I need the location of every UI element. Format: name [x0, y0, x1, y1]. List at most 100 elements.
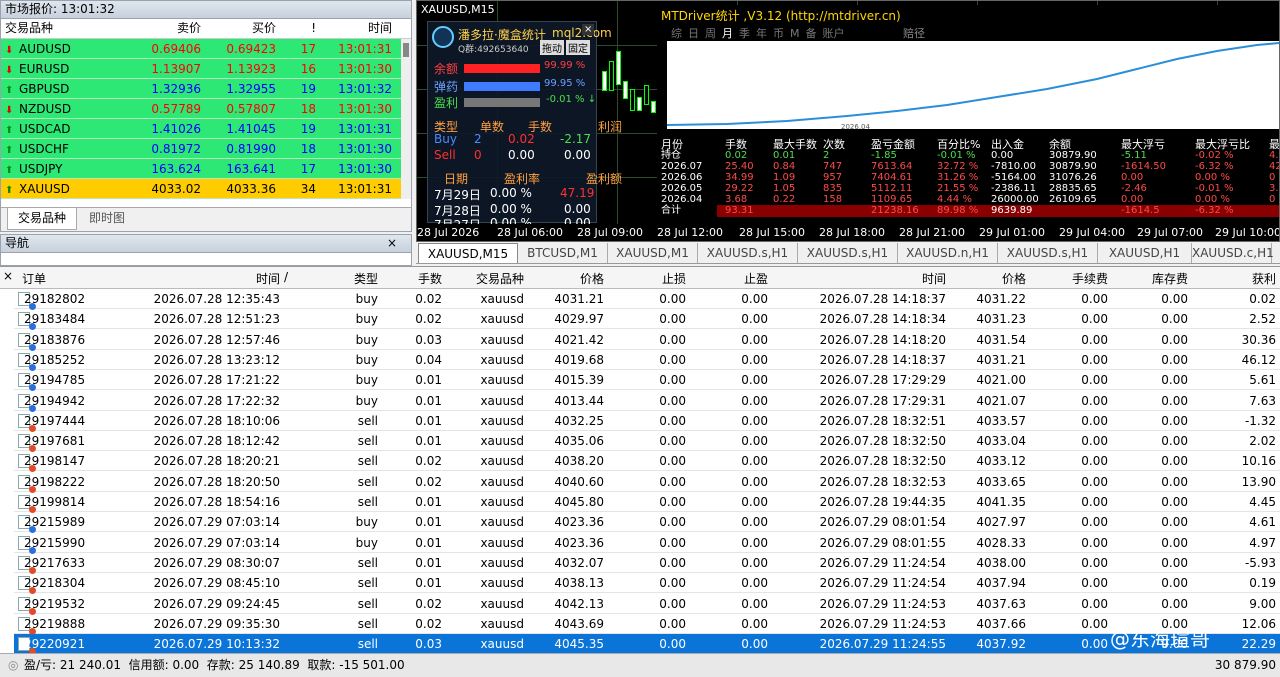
table-row[interactable]: 29194942 2026.07.28 17:22:32 buy 0.01 xauusd…	[14, 391, 1280, 412]
close-icon[interactable]: ×	[387, 236, 397, 250]
period-tab[interactable]: 月	[722, 25, 733, 41]
table-cell: 0.84	[773, 161, 796, 172]
type-cell: buy	[355, 292, 378, 306]
chart-tab[interactable]: BTCUSD,M1	[518, 243, 608, 263]
col-header[interactable]: 手数	[400, 270, 442, 287]
table-cell: 89.98 %	[937, 205, 979, 216]
scroll-thumb[interactable]	[403, 43, 409, 57]
col-header[interactable]: 类型	[330, 270, 378, 287]
table-row[interactable]: 29197681 2026.07.28 18:12:42 sell 0.01 xauus…	[14, 431, 1280, 453]
chart-tab[interactable]: XAUUSD.s,H1	[798, 243, 898, 263]
market-row[interactable]: ⬆ GBPUSD 1.32936 1.32955 19 13:01:32	[1, 79, 411, 99]
chart-tab[interactable]: XAUUSD,M1	[608, 243, 698, 263]
symbol-cell: ⬇ EURUSD	[5, 59, 131, 78]
chart-tab[interactable]: XAUUSD.s,H1	[698, 243, 798, 263]
table-row[interactable]: 29219532 2026.07.29 09:24:45 sell 0.02 xauus…	[14, 594, 1280, 615]
col-header[interactable]: 价格	[530, 270, 604, 287]
sym-cell: xauusd	[480, 515, 524, 530]
market-watch-scrollbar[interactable]	[401, 39, 411, 199]
pin-button[interactable]: 固定	[566, 40, 590, 55]
col-ask[interactable]: 买价	[201, 19, 276, 38]
equity-line	[666, 42, 1279, 126]
period-tab[interactable]: 账户	[823, 25, 845, 41]
period-tab[interactable]: 备	[806, 25, 817, 41]
sym-cell: xauusd	[480, 637, 524, 652]
table-row[interactable]: 29197444 2026.07.28 18:10:06 sell 0.01 xauus…	[14, 411, 1280, 432]
swap-cell: 0.00	[1161, 332, 1188, 347]
table-row[interactable]: 29185252 2026.07.28 13:23:12 buy 0.04 xauusd…	[14, 350, 1280, 371]
table-cell: -5164.00	[991, 172, 1036, 183]
period-tab[interactable]: M	[790, 27, 800, 40]
close-icon[interactable]: ×	[3, 269, 13, 283]
table-row[interactable]: 29198222 2026.07.28 18:20:50 sell 0.02 xauus…	[14, 472, 1280, 493]
col-spread[interactable]: !	[276, 19, 316, 38]
drag-button[interactable]: 拖动	[540, 40, 564, 55]
table-cell: 93.31	[725, 205, 754, 216]
table-row[interactable]: 29199814 2026.07.28 18:54:16 sell 0.01 xauus…	[14, 492, 1280, 513]
period-tab[interactable]: 日	[688, 25, 699, 41]
ctime-cell: 2026.07.29 08:01:54	[819, 515, 946, 530]
chart-tab[interactable]: XAUUSD,M15	[418, 243, 518, 263]
chart-tab[interactable]: XAUUSD.c,H1	[1192, 243, 1274, 263]
market-row[interactable]: ⬇ NZDUSD 0.57789 0.57807 18 13:01:30	[1, 99, 411, 119]
period-tab[interactable]: 综	[671, 25, 682, 41]
chart-title: XAUUSD,M15	[421, 3, 495, 16]
mtdriver-panel: MTDriver统计 ,V3.12 (http://mtdriver.cn) 综…	[657, 5, 1279, 224]
period-tab[interactable]: 周	[705, 25, 716, 41]
table-cell: 4.44 %	[937, 194, 972, 205]
market-row[interactable]: ⬆ XAUUSD 4033.02 4033.36 34 13:01:31	[1, 179, 411, 199]
col-header[interactable]: 库存费	[1110, 270, 1188, 287]
sl-cell: 0.00	[659, 515, 686, 530]
table-row[interactable]: 29198147 2026.07.28 18:20:21 sell 0.02 xauus…	[14, 451, 1280, 473]
col-header[interactable]: 时间	[770, 270, 946, 287]
mtdriver-extra[interactable]: 赔径	[903, 25, 925, 41]
table-row[interactable]: 29183484 2026.07.28 12:51:23 buy 0.02 xauusd…	[14, 309, 1280, 331]
chart-window[interactable]: XAUUSD,M15 潘多拉·魔盒统计 mql2.com Q群:49265364…	[416, 0, 1280, 242]
profit-value: -0.01 % ↓	[546, 94, 597, 105]
col-header[interactable]: 止损	[610, 270, 686, 287]
market-row[interactable]: ⬆ USDCAD 1.41026 1.41045 19 13:01:31	[1, 119, 411, 139]
col-header[interactable]: 止盈	[690, 270, 768, 287]
profit-cell: -5.93	[1244, 555, 1276, 570]
market-row[interactable]: ⬆ USDJPY 163.624 163.641 17 13:01:30	[1, 159, 411, 179]
tp-cell: 0.00	[741, 474, 768, 489]
col-header[interactable]: 价格	[950, 270, 1026, 287]
table-row[interactable]: 29215990 2026.07.29 07:03:14 buy 0.01 xauusd…	[14, 533, 1280, 554]
col-time[interactable]: 时间	[316, 19, 392, 38]
col-header[interactable]: 手续费	[1030, 270, 1108, 287]
market-row[interactable]: ⬇ AUDUSD 0.69406 0.69423 17 13:01:31	[1, 39, 411, 59]
ctime-cell: 2026.07.28 18:32:53	[819, 474, 946, 489]
table-row[interactable]: 29219888 2026.07.29 09:35:30 sell 0.02 xauus…	[14, 614, 1280, 635]
spread-cell: 18	[300, 142, 316, 156]
chart-tab[interactable]: XAUUSD,H1	[1098, 243, 1192, 263]
tab-symbols[interactable]: 交易品种	[7, 208, 78, 230]
period-tab[interactable]: 币	[773, 25, 784, 41]
period-tab[interactable]: 年	[756, 25, 767, 41]
market-row[interactable]: ⬆ USDCHF 0.81972 0.81990 18 13:01:30	[1, 139, 411, 159]
close-icon[interactable]: ×	[582, 24, 595, 35]
comm-cell: 0.00	[1081, 616, 1108, 631]
table-row[interactable]: 29194785 2026.07.28 17:21:22 buy 0.01 xauusd…	[14, 370, 1280, 392]
order-cell: 29197444	[24, 413, 86, 428]
col-header[interactable]: 订单	[22, 270, 46, 287]
table-row[interactable]: 29182802 2026.07.28 12:35:43 buy 0.02 xauusd…	[14, 289, 1280, 310]
col-bid[interactable]: 卖价	[131, 19, 201, 38]
table-row[interactable]: 29218304 2026.07.29 08:45:10 sell 0.01 xauus…	[14, 573, 1280, 595]
table-row[interactable]: 29215989 2026.07.29 07:03:14 buy 0.01 xauusd…	[14, 512, 1280, 534]
table-row[interactable]: 29217633 2026.07.29 08:30:07 sell 0.01 xauus…	[14, 553, 1280, 574]
chart-tab[interactable]: XAUUSD.s,H1	[998, 243, 1098, 263]
table-row[interactable]: 29183876 2026.07.28 12:57:46 buy 0.03 xauusd…	[14, 330, 1280, 351]
table-row[interactable]: 29220921 2026.07.29 10:13:32 sell 0.03 xauus…	[14, 634, 1280, 656]
col-header[interactable]: 时间	[252, 270, 280, 287]
market-row[interactable]: ⬇ EURUSD 1.13907 1.13923 16 13:01:30	[1, 59, 411, 79]
col-header[interactable]: 交易品种	[450, 270, 524, 287]
col-header[interactable]: 获利	[1196, 270, 1276, 287]
ctime-cell: 2026.07.28 14:18:37	[819, 352, 946, 367]
col-symbol[interactable]: 交易品种	[5, 19, 131, 38]
period-tab[interactable]: 季	[739, 25, 750, 41]
ammo-value: 99.95 %	[544, 78, 586, 89]
tab-tick-chart[interactable]: 即时图	[79, 208, 136, 230]
col-header[interactable]: /	[284, 270, 288, 284]
chart-tab[interactable]: XAUUSD.n,H1	[898, 243, 998, 263]
table-cell: 32.72 %	[937, 161, 979, 172]
